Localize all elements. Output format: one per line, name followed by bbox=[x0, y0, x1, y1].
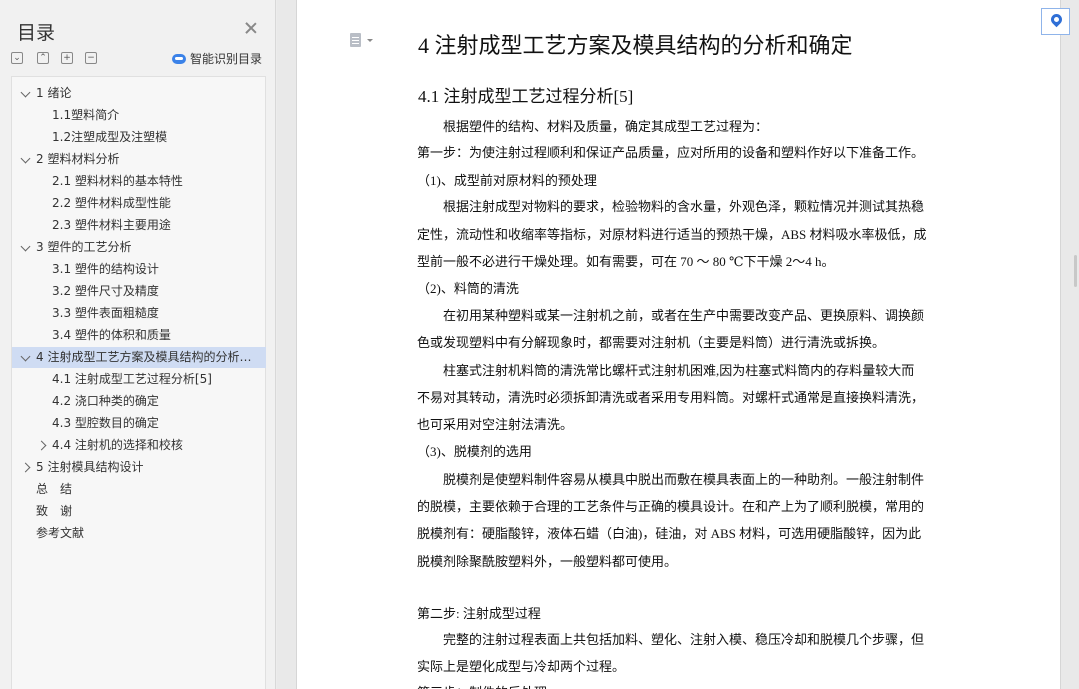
toc-item[interactable]: 致 谢 bbox=[12, 501, 266, 522]
paragraph-line: 根据注射成型对物料的要求，检验物料的含水量，外观色泽，颗粒情况并测试其热稳 bbox=[417, 199, 925, 214]
paragraph-line: 根据塑件的结构、材料及质量，确定其成型工艺过程为： bbox=[417, 119, 769, 134]
add-heading-icon[interactable]: + bbox=[61, 52, 73, 64]
paragraph-line: 在初用某种塑料或某一注射机之前，或者在生产中需要改变产品、更换原料、调换颜 bbox=[417, 308, 925, 323]
toc-sidebar: 目录 ⌄ ⌃ + − 智能识别目录 1 绪论 1.1塑料简介 1.2注塑成型及注塑模… bbox=[0, 0, 276, 689]
toc-item-label: 5 注射模具结构设计 bbox=[36, 460, 144, 474]
toc-list: 1 绪论 1.1塑料简介 1.2注塑成型及注塑模 2 塑料材料分析 2.1 塑料材料的基… bbox=[11, 76, 266, 689]
chevron-down-icon[interactable] bbox=[20, 351, 31, 362]
paragraph-line: 完整的注射过程表面上共包括加料、塑化、注射入模、稳压冷却和脱模几个步骤，但 bbox=[417, 632, 925, 647]
sidebar-title: 目录 bbox=[17, 22, 56, 44]
toc-item[interactable]: 3.1 塑件的结构设计 bbox=[12, 259, 266, 280]
paragraph-line: 型前一般不必进行干燥处理。如有需要，可在 70 ～ 80 ℃下干燥 2～4 h。 bbox=[417, 254, 835, 269]
expand-all-icon[interactable]: ⌃ bbox=[37, 52, 49, 64]
chevron-down-icon[interactable] bbox=[20, 87, 31, 98]
smart-recognize-toc-button[interactable]: 智能识别目录 bbox=[172, 50, 262, 67]
toc-item-label: 4.1 注射成型工艺过程分析[5] bbox=[52, 372, 212, 386]
document-reader-window: 目录 ⌄ ⌃ + − 智能识别目录 1 绪论 1.1塑料简介 1.2注塑成型及注塑模… bbox=[0, 0, 1079, 689]
toc-item-label: 3.2 塑件尺寸及精度 bbox=[52, 284, 159, 298]
toc-item-label: 参考文献 bbox=[36, 526, 85, 540]
toc-item[interactable]: 4 注射成型工艺方案及模具结构的分析和确定 bbox=[12, 347, 266, 368]
toc-item[interactable]: 1.2注塑成型及注塑模 bbox=[12, 127, 266, 148]
close-icon[interactable] bbox=[244, 21, 258, 35]
paragraph-line: 第一步：为使注射过程顺利和保证产品质量，应对所用的设备和塑料作好以下准备工作。 bbox=[417, 145, 925, 160]
chevron-down-icon[interactable] bbox=[20, 153, 31, 164]
paragraph-line: （3)、脱模剂的选用 bbox=[417, 444, 532, 459]
toc-item[interactable]: 总 结 bbox=[12, 479, 266, 500]
toc-item-label: 3.3 塑件表面粗糙度 bbox=[52, 306, 159, 320]
location-pin-button[interactable] bbox=[1041, 8, 1070, 35]
toc-item-label: 3.1 塑件的结构设计 bbox=[52, 262, 159, 276]
toc-item[interactable]: 3 塑件的工艺分析 bbox=[12, 237, 266, 258]
paragraph-line: （1)、成型前对原材料的预处理 bbox=[417, 173, 597, 188]
toc-item[interactable]: 2.3 塑件材料主要用途 bbox=[12, 215, 266, 236]
ai-icon bbox=[172, 53, 186, 64]
toc-item[interactable]: 5 注射模具结构设计 bbox=[12, 457, 266, 478]
chevron-right-icon[interactable] bbox=[36, 440, 47, 451]
paragraph-line: 定性，流动性和收缩率等指标，对原材料进行适当的预热干燥，ABS 材料吸水率极低，… bbox=[417, 227, 927, 242]
caret-down-icon bbox=[367, 39, 373, 42]
paragraph-line: 不易对其转动，清洗时必须拆卸清洗或者采用专用料筒。对螺杆式通常是直接换料清洗， bbox=[417, 390, 925, 405]
toc-item-label: 2.3 塑件材料主要用途 bbox=[52, 218, 171, 232]
paragraph-line: 色或发现塑料中有分解现象时，都需要对注射机（主要是料筒）进行清洗或拆换。 bbox=[417, 335, 886, 350]
scrollbar-thumb[interactable] bbox=[1074, 255, 1077, 287]
paragraph-line: 柱塞式注射机料筒的清洗常比螺杆式注射机困难,因为柱塞式料筒内的存料量较大而 bbox=[417, 363, 915, 378]
toc-item[interactable]: 1.1塑料简介 bbox=[12, 105, 266, 126]
paragraph-line: 脱模剂是使塑料制件容易从模具中脱出而敷在模具表面上的一种助剂。一般注射制件 bbox=[417, 472, 925, 487]
remove-heading-icon[interactable]: − bbox=[85, 52, 97, 64]
toc-item-label: 总 结 bbox=[36, 482, 73, 496]
heading-1: 4 注射成型工艺方案及模具结构的分析和确定 bbox=[418, 33, 853, 58]
toc-item[interactable]: 3.2 塑件尺寸及精度 bbox=[12, 281, 266, 302]
smart-recognize-label: 智能识别目录 bbox=[190, 52, 263, 66]
heading-2: 4.1 注射成型工艺过程分析[5] bbox=[418, 87, 634, 106]
page-icon bbox=[350, 33, 361, 47]
paragraph-line: 第三步：制件的后处理 bbox=[417, 682, 547, 689]
paragraph-line: （2)、料筒的清洗 bbox=[417, 281, 519, 296]
paragraph-line: 脱模剂有：硬脂酸锌，液体石蜡（白油)，硅油，对 ABS 材料，可选用硬脂酸锌，因… bbox=[417, 526, 922, 541]
chevron-right-icon[interactable] bbox=[20, 462, 31, 473]
toc-item-label: 4 注射成型工艺方案及模具结构的分析和确定 bbox=[36, 350, 260, 364]
toc-item-label: 致 谢 bbox=[36, 504, 73, 518]
toc-item-label: 4.3 型腔数目的确定 bbox=[52, 416, 159, 430]
chevron-down-icon[interactable] bbox=[20, 241, 31, 252]
toc-item-label: 2.2 塑件材料成型性能 bbox=[52, 196, 171, 210]
paragraph-line: 也可采用对空注射法清洗。 bbox=[417, 417, 574, 432]
toc-item-label: 1.2注塑成型及注塑模 bbox=[52, 130, 168, 144]
paragraph-line: 的脱模，主要依赖于合理的工艺条件与正确的模具设计。在和产上为了顺利脱模，常用的 bbox=[417, 499, 925, 514]
document-icon[interactable] bbox=[350, 33, 373, 48]
toc-item[interactable]: 4.4 注射机的选择和校核 bbox=[12, 435, 266, 456]
toc-item-label: 3 塑件的工艺分析 bbox=[36, 240, 132, 254]
toc-item[interactable]: 2.1 塑料材料的基本特性 bbox=[12, 171, 266, 192]
toc-item[interactable]: 1 绪论 bbox=[12, 83, 266, 104]
toc-item[interactable]: 4.3 型腔数目的确定 bbox=[12, 413, 266, 434]
toc-item-label: 2.1 塑料材料的基本特性 bbox=[52, 174, 183, 188]
toc-item[interactable]: 3.3 塑件表面粗糙度 bbox=[12, 303, 266, 324]
paragraph-line: 脱模剂除聚酰胺塑料外，一般塑料都可使用。 bbox=[417, 554, 678, 569]
sidebar-header: 目录 bbox=[0, 0, 276, 48]
toc-item-label: 1 绪论 bbox=[36, 86, 72, 100]
toc-item-label: 3.4 塑件的体积和质量 bbox=[52, 328, 171, 342]
paragraph-line: 实际上是塑化成型与冷却两个过程。 bbox=[417, 659, 626, 674]
toc-item[interactable]: 4.2 浇口种类的确定 bbox=[12, 391, 266, 412]
toc-item-label: 4.2 浇口种类的确定 bbox=[52, 394, 159, 408]
toc-item[interactable]: 3.4 塑件的体积和质量 bbox=[12, 325, 266, 346]
collapse-all-icon[interactable]: ⌄ bbox=[11, 52, 23, 64]
location-pin-icon bbox=[1048, 11, 1065, 28]
toc-item-label: 1.1塑料简介 bbox=[52, 108, 120, 122]
toc-item-label: 2 塑料材料分析 bbox=[36, 152, 120, 166]
toc-item[interactable]: 4.1 注射成型工艺过程分析[5] bbox=[12, 369, 266, 390]
toc-item[interactable]: 2.2 塑件材料成型性能 bbox=[12, 193, 266, 214]
toc-item[interactable]: 2 塑料材料分析 bbox=[12, 149, 266, 170]
paragraph-line: 第二步: 注射成型过程 bbox=[417, 606, 541, 621]
toc-item[interactable]: 参考文献 bbox=[12, 523, 266, 544]
toc-item-label: 4.4 注射机的选择和校核 bbox=[52, 438, 183, 452]
